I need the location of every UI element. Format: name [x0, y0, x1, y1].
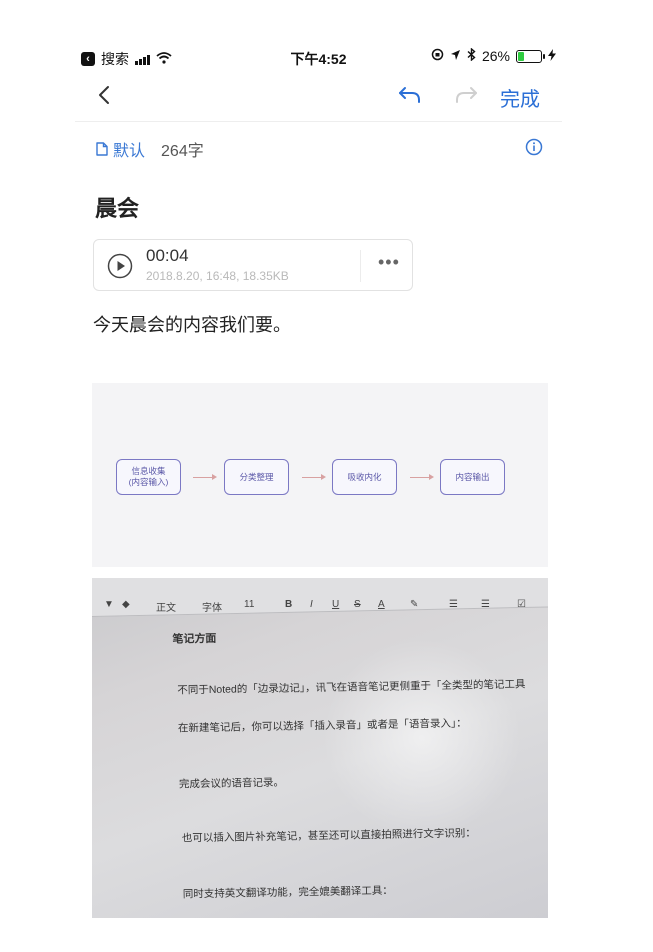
photo-toolbar-bold: B [285, 599, 293, 610]
note-title[interactable]: 晨会 [95, 191, 139, 223]
document-icon [96, 142, 108, 156]
photo-toolbar-italic: I [310, 599, 313, 610]
photo-toolbar-font: 字体 [202, 603, 222, 614]
photo-toolbar-underline: U [332, 599, 340, 610]
screen-photo-image[interactable]: ▼ ◆ 正文 字体 11 B I U S A ✎ ☰ ☰ ☑ 笔记方面 不同于N… [92, 578, 548, 918]
undo-button[interactable] [397, 83, 423, 112]
play-button[interactable] [107, 253, 133, 284]
more-options-button[interactable]: ••• [378, 252, 400, 273]
info-icon [525, 138, 543, 156]
list-icon: ☰ [449, 599, 458, 610]
battery-percent: 26% [481, 48, 510, 64]
photo-line: 同时支持英文翻译功能，完全媲美翻译工具： [182, 884, 393, 901]
flow-arrow-icon [410, 474, 434, 480]
chevron-left-icon [99, 86, 109, 104]
location-icon [450, 48, 461, 64]
charging-icon [548, 48, 556, 64]
folder-selector[interactable]: 默认 [95, 137, 145, 161]
note-editor-screen: ‹ 搜索 下午4:52 26% 完成 默认 264字 晨会 00:04 2018… [75, 43, 562, 918]
photo-toolbar-color: A [378, 599, 385, 610]
folder-label: 默认 [113, 143, 146, 160]
play-icon [107, 253, 133, 279]
format-painter-icon: ▼ [104, 599, 114, 610]
flow-arrow-icon [193, 474, 217, 480]
checkbox-icon: ☑ [517, 599, 526, 610]
screen-glare [322, 638, 522, 838]
note-meta-row: 默认 264字 [95, 137, 204, 161]
photo-toolbar-strike: S [354, 599, 361, 610]
highlight-icon: ✎ [410, 599, 419, 610]
more-dots-icon: ••• [378, 252, 400, 272]
nav-bar: 完成 [75, 73, 562, 121]
battery-icon [516, 49, 545, 63]
word-count: 264字 [161, 143, 204, 160]
flow-node-2: 分类整理 [224, 459, 289, 495]
photo-toolbar-style: 正文 [156, 603, 176, 614]
info-button[interactable] [525, 138, 543, 161]
status-bar: ‹ 搜索 下午4:52 26% [75, 43, 562, 71]
flow-node-3: 吸收内化 [332, 459, 397, 495]
bullet-list-icon: ☰ [481, 599, 490, 610]
audio-separator [360, 250, 361, 282]
flowchart-image[interactable]: 信息收集 (内容输入) 分类整理 吸收内化 内容输出 [92, 383, 548, 567]
flow-arrow-icon [302, 474, 326, 480]
flow-node-1: 信息收集 (内容输入) [116, 459, 181, 495]
photo-toolbar-size: 11 [244, 599, 255, 610]
audio-details: 2018.8.20, 16:48, 18.35KB [146, 269, 289, 283]
photo-line: 完成会议的语音记录。 [178, 776, 285, 791]
redo-button[interactable] [453, 83, 479, 112]
orientation-lock-icon [431, 48, 444, 64]
audio-duration: 00:04 [146, 246, 189, 265]
flow-node-4: 内容输出 [440, 459, 505, 495]
bluetooth-icon [467, 47, 476, 64]
undo-icon [399, 87, 420, 103]
note-paragraph[interactable]: 今天晨会的内容我们要。 [93, 311, 291, 337]
back-button[interactable] [91, 81, 121, 111]
audio-attachment[interactable]: 00:04 2018.8.20, 16:48, 18.35KB ••• [93, 239, 413, 291]
photo-line: 也可以插入图片补充笔记，甚至还可以直接拍照进行文字识别： [181, 827, 476, 845]
battery-fill [518, 51, 525, 61]
eraser-icon: ◆ [122, 599, 130, 610]
redo-icon [456, 87, 477, 103]
photo-heading: 笔记方面 [172, 632, 217, 646]
done-button[interactable]: 完成 [500, 83, 540, 112]
nav-divider [75, 121, 562, 122]
